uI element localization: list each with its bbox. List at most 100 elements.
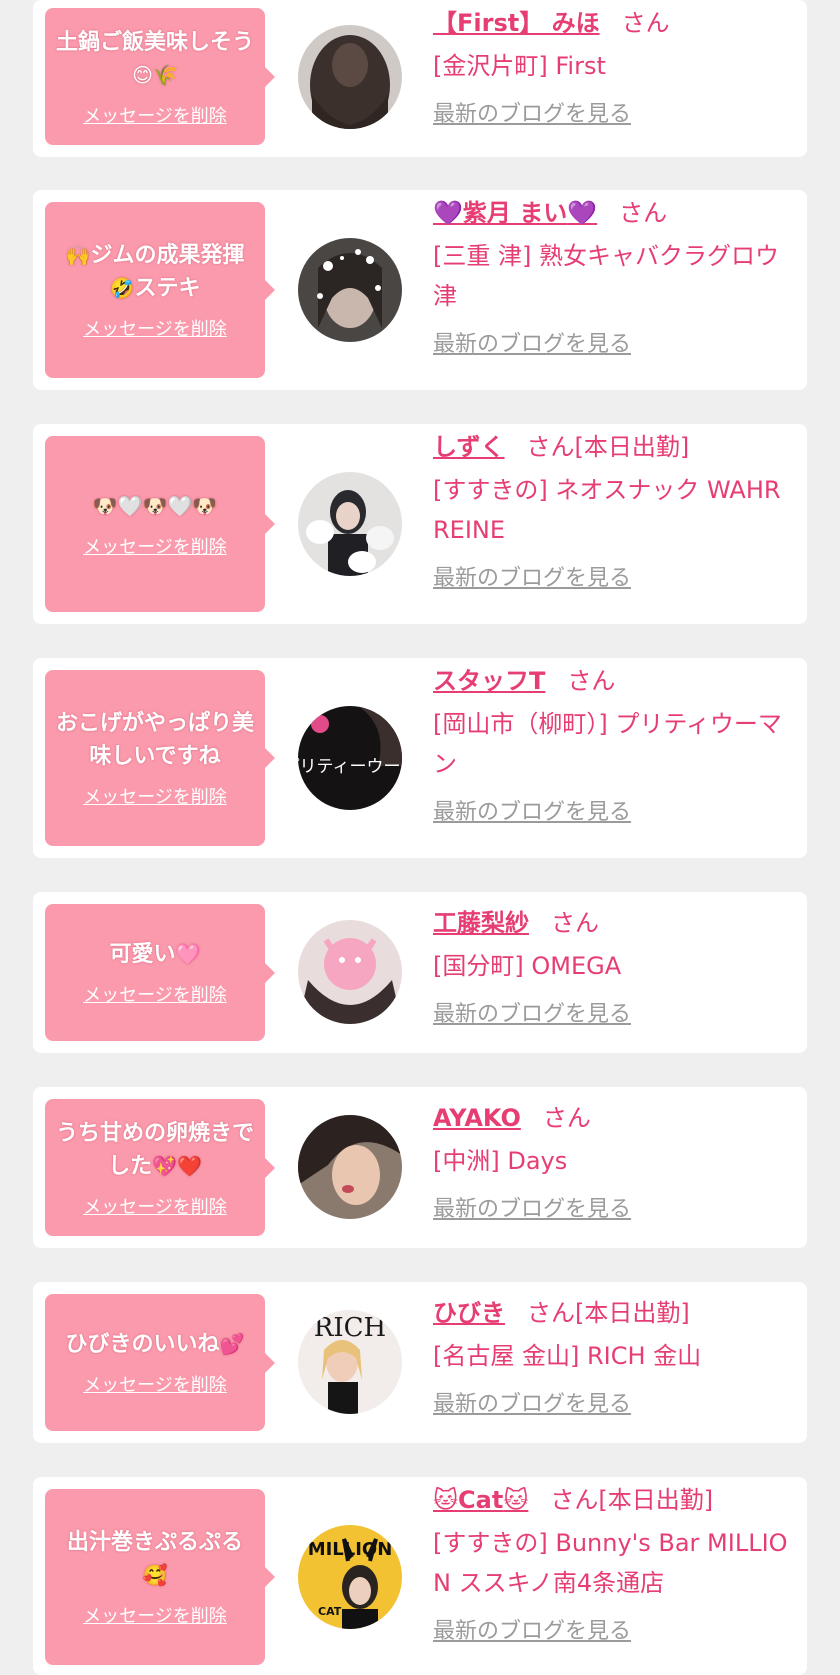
- girl-info: ひびき さん[本日出勤] [名古屋 金山] RICH 金山 最新のブログを見る: [433, 1296, 795, 1420]
- latest-blog-link[interactable]: 最新のブログを見る: [433, 1390, 631, 1420]
- shop-name: [すすきの] Bunny's Bar MILLION ススキノ南4条通店: [433, 1529, 788, 1597]
- message-bubble: 可愛い🩷 メッセージを削除: [45, 904, 275, 1041]
- honorific: さん: [527, 1299, 575, 1327]
- honorific: さん: [567, 667, 616, 695]
- name-line: AYAKO さん: [433, 1101, 795, 1135]
- message-list: 土鍋ご飯美味しそう😊🌾 メッセージを削除 【First】 みほ さん [金沢片町]…: [0, 0, 840, 1675]
- shop-name: [三重 津] 熟女キャバクラグロウ津: [433, 242, 779, 310]
- shop-name: [名古屋 金山] RICH 金山: [433, 1342, 702, 1370]
- shop-name: [すすきの] ネオスナック WAHR REINE: [433, 476, 781, 544]
- honorific: さん: [621, 9, 670, 37]
- message-card: ひびきのいいね💕 メッセージを削除 RICH ひびき さん[本日出勤] [名古屋 …: [33, 1282, 807, 1443]
- latest-blog-link[interactable]: 最新のブログを見る: [433, 1617, 631, 1647]
- name-line: 💜紫月 まい💜 さん: [433, 196, 795, 230]
- svg-text:RICH: RICH: [314, 1313, 386, 1343]
- svg-text:CAT: CAT: [318, 1605, 342, 1618]
- latest-blog-link[interactable]: 最新のブログを見る: [433, 798, 631, 828]
- girl-name-link[interactable]: ひびき: [433, 1299, 505, 1327]
- avatar[interactable]: MILLION CAT: [298, 1525, 402, 1629]
- message-card: 出汁巻きぷるぷる🥰 メッセージを削除 MILLION CAT 🐱Cat🐱 さん[本…: [33, 1477, 807, 1675]
- message-text: 出汁巻きぷるぷる 🥰: [66, 1530, 243, 1587]
- latest-blog-link[interactable]: 最新のブログを見る: [433, 330, 631, 360]
- message-card: 可愛い🩷 メッセージを削除 工藤梨紗 さん [国分町] OMEGA 最新のブログを…: [33, 892, 807, 1053]
- message-text: ひびきのいいね💕: [65, 1332, 245, 1357]
- shop-name: [金沢片町] First: [433, 52, 606, 80]
- message-bubble: うち甘めの卵焼きでした💖❤️ メッセージを削除: [45, 1099, 275, 1236]
- message-bubble: 出汁巻きぷるぷる 🥰 メッセージを削除: [45, 1489, 275, 1665]
- avatar[interactable]: RICH: [298, 1310, 402, 1414]
- message-text: おこげがやっぱり美味しいですね: [55, 711, 254, 769]
- delete-message-link[interactable]: メッセージを削除: [83, 783, 227, 809]
- girl-info: スタッフT さん [岡山市（柳町）] プリティウーマン 最新のブログを見る: [433, 664, 795, 828]
- name-line: ひびき さん[本日出勤]: [433, 1296, 795, 1330]
- name-line: しずく さん[本日出勤]: [433, 430, 795, 464]
- message-card: 土鍋ご飯美味しそう😊🌾 メッセージを削除 【First】 みほ さん [金沢片町]…: [33, 0, 807, 157]
- name-line: 【First】 みほ さん: [433, 6, 795, 40]
- girl-info: AYAKO さん [中洲] Days 最新のブログを見る: [433, 1101, 795, 1225]
- honorific: さん: [619, 199, 668, 227]
- girl-name-link[interactable]: AYAKO: [433, 1104, 521, 1132]
- honorific: さん: [551, 909, 599, 937]
- status-text: [本日出勤]: [598, 1486, 714, 1514]
- emoji: 🙌: [65, 243, 91, 267]
- shop-name: [中洲] Days: [433, 1147, 568, 1175]
- girl-info: 🐱Cat🐱 さん[本日出勤] [すすきの] Bunny's Bar MILLION…: [433, 1483, 795, 1647]
- message-text: 可愛い🩷: [109, 942, 201, 967]
- girl-info: 工藤梨紗 さん [国分町] OMEGA 最新のブログを見る: [433, 906, 795, 1030]
- avatar[interactable]: [298, 920, 402, 1024]
- message-text: 🐶🤍🐶🤍🐶: [93, 490, 218, 523]
- svg-text:プリティーウーマ: プリティーウーマ: [298, 757, 402, 777]
- delete-message-link[interactable]: メッセージを削除: [83, 1193, 227, 1219]
- avatar[interactable]: [298, 25, 402, 129]
- avatar[interactable]: プリティーウーマ: [298, 706, 402, 810]
- delete-message-link[interactable]: メッセージを削除: [83, 315, 227, 341]
- message-card: 🐶🤍🐶🤍🐶 メッセージを削除 しずく さん[本日出勤] [すすきの] ネオスナック…: [33, 424, 807, 624]
- message-bubble: 土鍋ご飯美味しそう😊🌾 メッセージを削除: [45, 8, 275, 145]
- latest-blog-link[interactable]: 最新のブログを見る: [433, 100, 631, 130]
- message-text: うち甘めの卵焼きでした💖❤️: [55, 1120, 254, 1179]
- honorific: さん: [526, 433, 575, 461]
- latest-blog-link[interactable]: 最新のブログを見る: [433, 1195, 631, 1225]
- emoji: 🐶🤍🐶🤍🐶: [92, 493, 218, 518]
- status-text: [本日出勤]: [575, 1299, 690, 1327]
- name-line: スタッフT さん: [433, 664, 795, 698]
- delete-message-link[interactable]: メッセージを削除: [83, 1602, 227, 1628]
- honorific: さん: [542, 1104, 591, 1132]
- girl-name-link[interactable]: 🐱Cat🐱: [433, 1486, 528, 1514]
- girl-name-link[interactable]: 【First】 みほ: [433, 9, 600, 37]
- emoji: 😊🌾: [132, 62, 178, 87]
- avatar[interactable]: [298, 1115, 402, 1219]
- girl-info: 💜紫月 まい💜 さん [三重 津] 熟女キャバクラグロウ津 最新のブログを見る: [433, 196, 795, 360]
- message-card: おこげがやっぱり美味しいですね メッセージを削除 プリティーウーマ スタッフT さ…: [33, 658, 807, 858]
- delete-message-link[interactable]: メッセージを削除: [83, 102, 227, 128]
- avatar[interactable]: [298, 238, 402, 342]
- girl-info: しずく さん[本日出勤] [すすきの] ネオスナック WAHR REINE 最新の…: [433, 430, 795, 594]
- girl-name-link[interactable]: しずく: [433, 433, 505, 461]
- name-line: 工藤梨紗 さん: [433, 906, 795, 940]
- girl-info: 【First】 みほ さん [金沢片町] First 最新のブログを見る: [433, 6, 795, 130]
- latest-blog-link[interactable]: 最新のブログを見る: [433, 564, 631, 594]
- name-line: 🐱Cat🐱 さん[本日出勤]: [433, 1483, 795, 1517]
- message-card: うち甘めの卵焼きでした💖❤️ メッセージを削除 AYAKO さん [中洲] Day…: [33, 1087, 807, 1248]
- girl-name-link[interactable]: 💜紫月 まい💜: [433, 199, 597, 227]
- honorific: さん: [550, 1486, 599, 1514]
- delete-message-link[interactable]: メッセージを削除: [83, 981, 227, 1007]
- girl-name-link[interactable]: 工藤梨紗: [433, 909, 529, 937]
- status-text: [本日出勤]: [574, 433, 690, 461]
- emoji: 🩷: [175, 942, 201, 966]
- message-card: 🙌ジムの成果発揮 🤣ステキ メッセージを削除 💜紫月 まい💜 さん [三重 津] 熟…: [33, 190, 807, 390]
- message-bubble: 🐶🤍🐶🤍🐶 メッセージを削除: [45, 436, 275, 612]
- emoji: 🤣: [109, 276, 135, 300]
- message-text: 🙌ジムの成果発揮 🤣ステキ: [65, 243, 245, 301]
- emoji: 💕: [219, 1332, 245, 1356]
- latest-blog-link[interactable]: 最新のブログを見る: [433, 1000, 631, 1030]
- message-text: 土鍋ご飯美味しそう😊🌾: [55, 29, 254, 87]
- message-bubble: おこげがやっぱり美味しいですね メッセージを削除: [45, 670, 275, 846]
- avatar[interactable]: [298, 472, 402, 576]
- delete-message-link[interactable]: メッセージを削除: [83, 533, 227, 559]
- message-bubble: ひびきのいいね💕 メッセージを削除: [45, 1294, 275, 1431]
- girl-name-link[interactable]: スタッフT: [433, 667, 545, 695]
- emoji: 🥰: [142, 1563, 168, 1587]
- shop-name: [岡山市（柳町）] プリティウーマン: [433, 710, 782, 778]
- delete-message-link[interactable]: メッセージを削除: [83, 1371, 227, 1397]
